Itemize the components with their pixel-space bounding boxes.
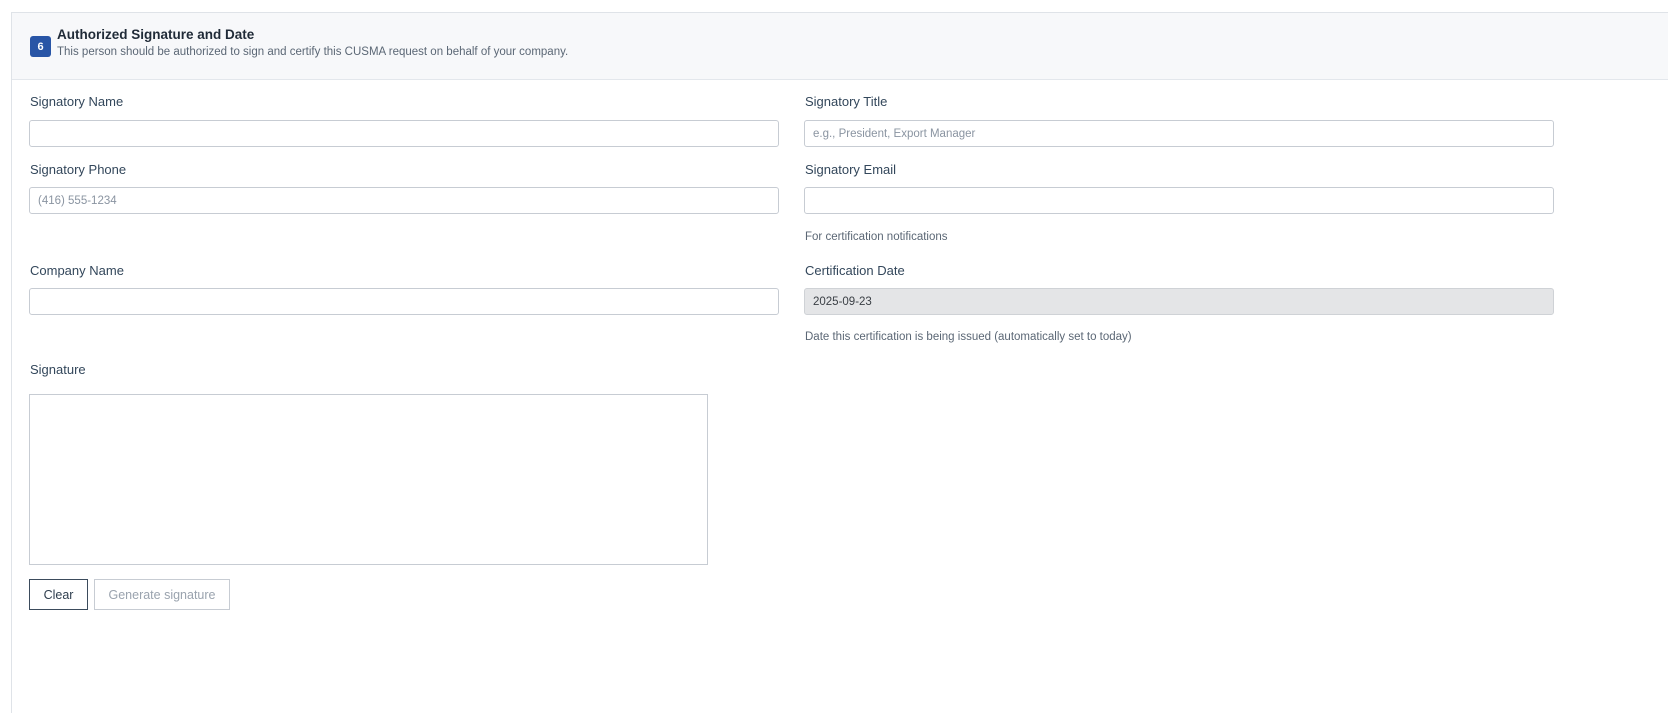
signatory-phone-input[interactable] bbox=[29, 187, 779, 214]
section-subtitle: This person should be authorized to sign… bbox=[57, 46, 569, 58]
certification-date-label: Certification Date bbox=[805, 263, 905, 278]
signatory-email-input[interactable] bbox=[804, 187, 1554, 214]
signatory-title-input[interactable] bbox=[804, 120, 1554, 147]
signatory-title-label: Signatory Title bbox=[805, 94, 888, 109]
clear-signature-button[interactable]: Clear bbox=[29, 579, 88, 610]
signatory-name-label: Signatory Name bbox=[30, 94, 124, 109]
company-name-label: Company Name bbox=[30, 263, 124, 278]
certification-date-input bbox=[804, 288, 1554, 315]
signatory-phone-label: Signatory Phone bbox=[30, 162, 127, 177]
signatory-name-input[interactable] bbox=[29, 120, 779, 147]
step-number-badge: 6 bbox=[30, 36, 51, 57]
signatory-email-help: For certification notifications bbox=[805, 231, 948, 243]
signature-section-panel: 6 Authorized Signature and Date This per… bbox=[11, 12, 1668, 713]
generate-signature-button[interactable]: Generate signature bbox=[94, 579, 230, 610]
section-title: Authorized Signature and Date bbox=[57, 27, 255, 42]
signature-label: Signature bbox=[30, 362, 86, 377]
section-header: 6 Authorized Signature and Date This per… bbox=[12, 13, 1668, 80]
certification-date-help: Date this certification is being issued … bbox=[805, 331, 1132, 343]
signature-pad[interactable] bbox=[29, 394, 708, 565]
company-name-input[interactable] bbox=[29, 288, 779, 315]
signatory-email-label: Signatory Email bbox=[805, 162, 897, 177]
